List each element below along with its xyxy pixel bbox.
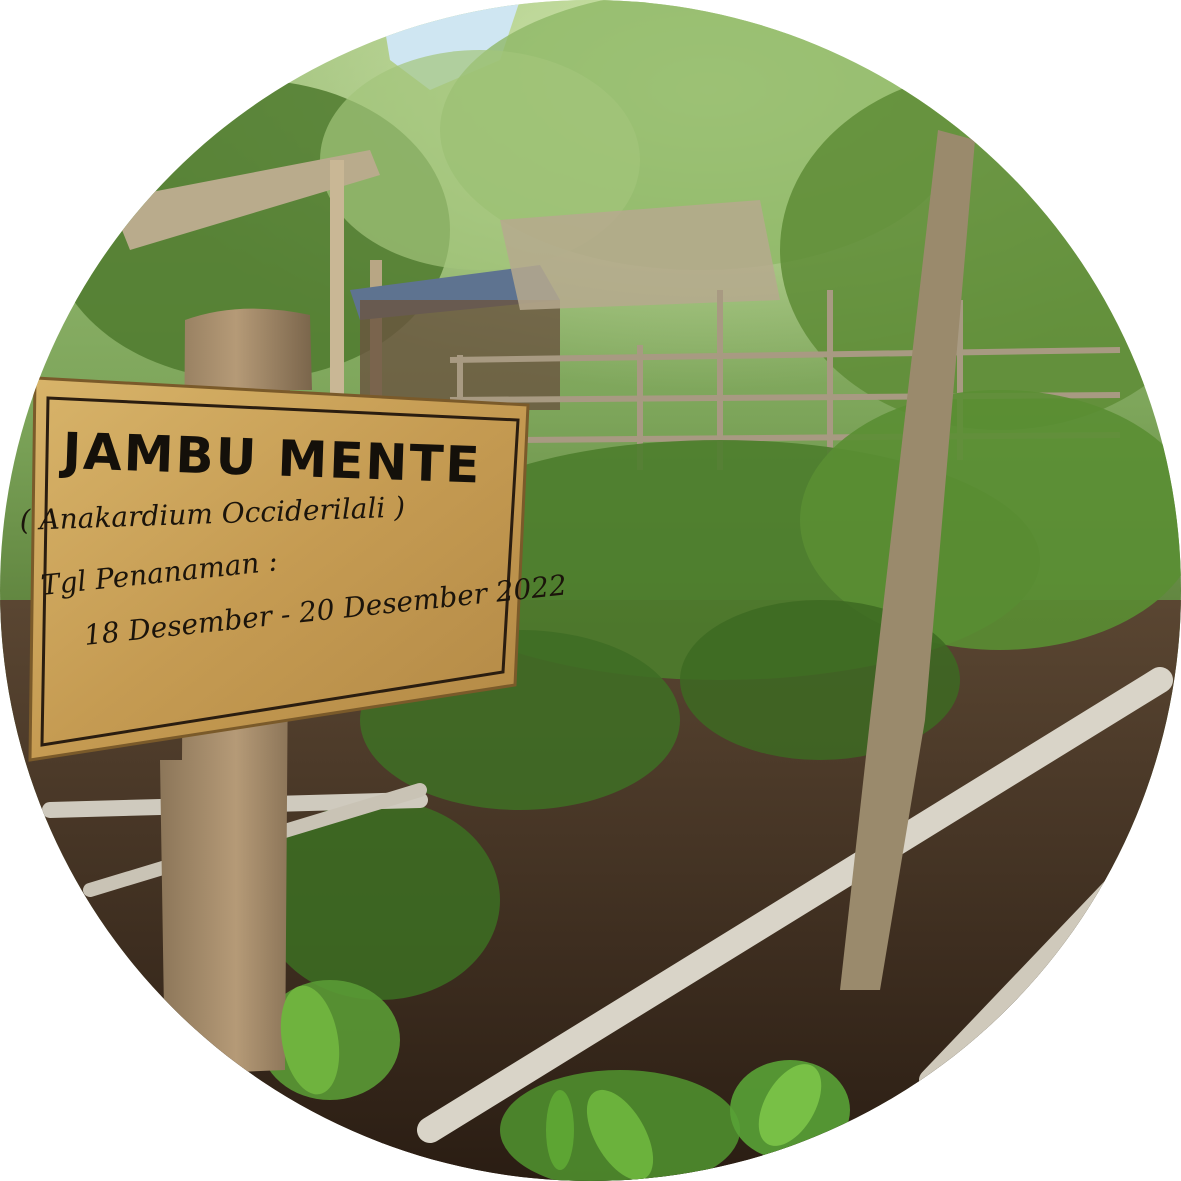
garden-photo: JAMBU MENTE ( Anakardium Occiderilali ) … (0, 0, 1181, 1181)
garden-scene: JAMBU MENTE ( Anakardium Occiderilali ) … (0, 0, 1181, 1181)
